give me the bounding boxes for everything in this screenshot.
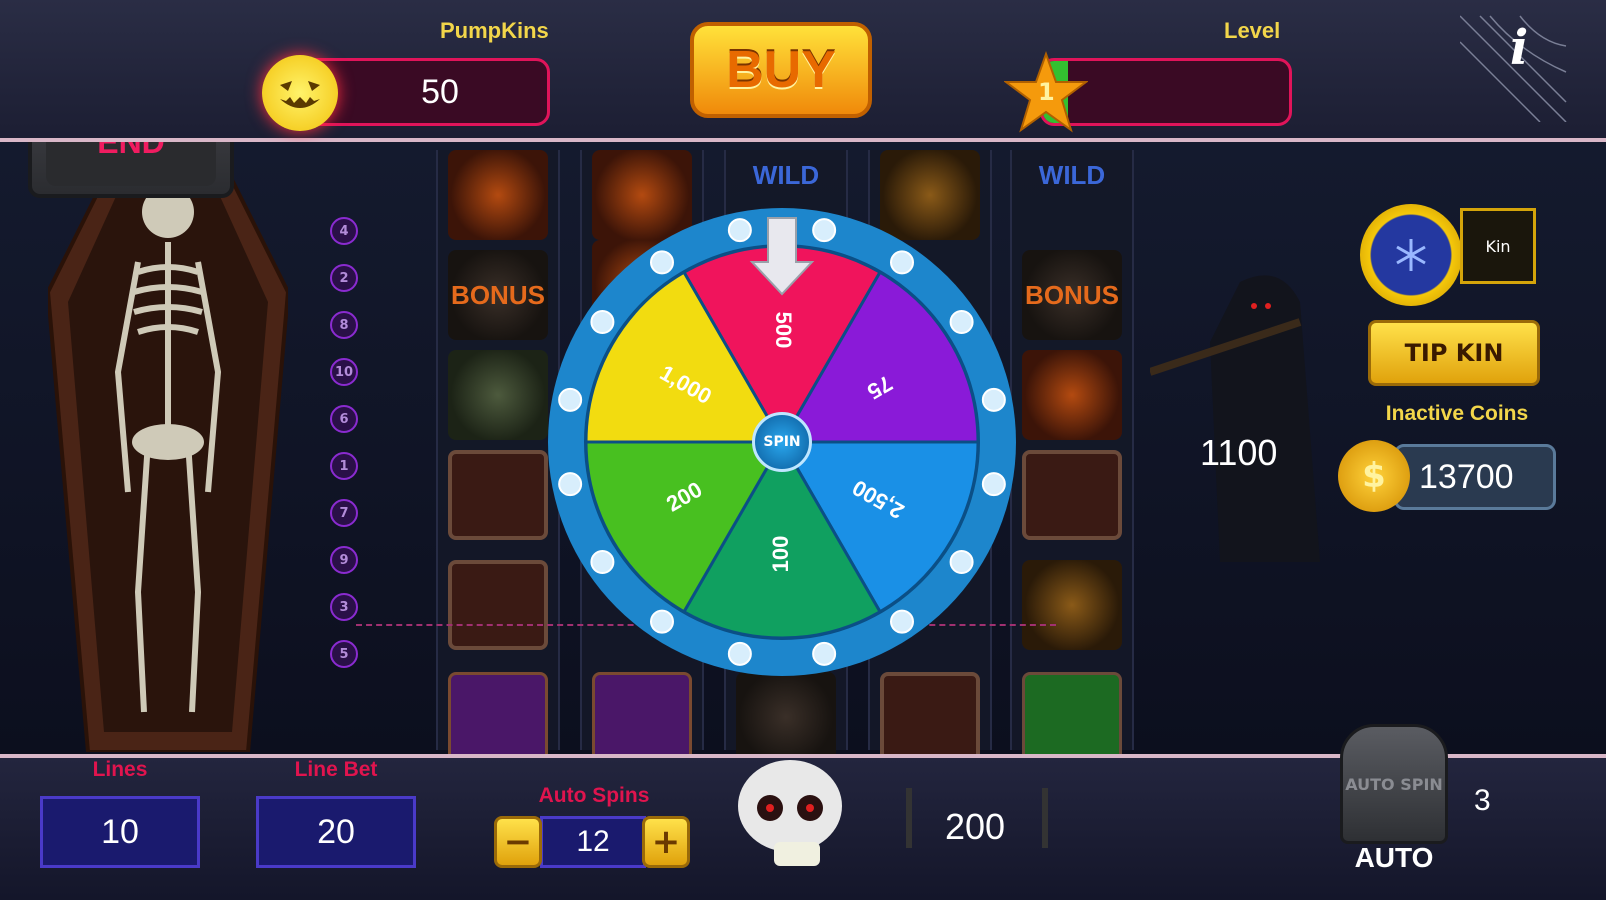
- star-icon: 1: [1003, 50, 1089, 134]
- line-bet-label: Line Bet: [294, 758, 378, 781]
- wheel-stud: [981, 472, 1006, 497]
- spin-button[interactable]: SPIN: [752, 412, 812, 472]
- info-button[interactable]: i: [1510, 20, 1528, 76]
- wheel-stud: [558, 387, 583, 412]
- wild-label: WILD: [1038, 159, 1106, 190]
- line-number: 3: [330, 593, 358, 621]
- slime-symbol: [1022, 672, 1122, 754]
- wheel-stud: [558, 472, 583, 497]
- witch-symbol: [880, 672, 980, 754]
- line-number: 1: [330, 452, 358, 480]
- pumpkins-label: PumpKins: [440, 18, 549, 43]
- bat-frame-symbol: [448, 450, 548, 540]
- auto-spins-minus-button[interactable]: −: [494, 816, 542, 868]
- tomb-symbol: [736, 672, 836, 754]
- reel-5: WILD BONUS: [1010, 150, 1134, 754]
- auto-spins-plus-button[interactable]: +: [642, 816, 690, 868]
- bonus-symbol: BONUS: [448, 250, 548, 340]
- wheel-stud: [981, 387, 1006, 412]
- divider: [906, 788, 912, 848]
- buy-label: BUY: [726, 41, 836, 99]
- kin-badge: Kin: [1460, 208, 1536, 284]
- auto-spins-label: Auto Spins: [538, 784, 650, 807]
- reels-area: END 4 2 8 10 6 1 7 9 3 5 BONUS WILD WILD: [0, 142, 1606, 754]
- prize-wheel[interactable]: 500 75 2,500 100 200 1,000 SPIN: [546, 206, 1018, 678]
- wild-symbol: WILD: [1022, 142, 1122, 220]
- witch-hat-symbol: [1022, 560, 1122, 650]
- wheel-stud: [727, 641, 752, 666]
- skull-icon: [734, 758, 850, 874]
- pumpkin-symbol: [1022, 350, 1122, 440]
- reel-1: BONUS: [436, 150, 560, 754]
- web-symbol: [448, 672, 548, 754]
- moon-frame-symbol: [448, 560, 548, 650]
- tip-kin-button[interactable]: TIP KIN: [1368, 320, 1540, 386]
- line-number: 2: [330, 264, 358, 292]
- bonus-symbol: BONUS: [1022, 250, 1122, 340]
- end-label: END: [97, 142, 165, 161]
- wheel-stud: [949, 309, 974, 334]
- pumpkin-symbol: [448, 150, 548, 240]
- divider: [1042, 788, 1048, 848]
- line-number: 4: [330, 217, 358, 245]
- wheel-stud: [649, 250, 674, 275]
- wheel-segment-label: 500: [771, 312, 796, 349]
- wild-label: WILD: [752, 159, 820, 190]
- auto-spin-tombstone[interactable]: AUTO SPIN: [1340, 724, 1448, 844]
- lines-label: Lines: [92, 758, 148, 781]
- lines-value[interactable]: 10: [40, 796, 200, 868]
- bat-frame-symbol: [1022, 450, 1122, 540]
- level-label: Level: [1224, 18, 1281, 43]
- level-value: 1: [1038, 78, 1055, 106]
- line-number: 10: [330, 358, 358, 386]
- kin-coin-icon: [1360, 204, 1462, 306]
- top-bar: PumpKins 50 BUY Level 1 i: [0, 0, 1606, 142]
- line-number: 5: [330, 640, 358, 668]
- buy-button[interactable]: BUY: [690, 22, 872, 118]
- wheel-segment-label: 100: [768, 536, 793, 573]
- wheel-stud: [812, 218, 837, 243]
- line-number: 7: [330, 499, 358, 527]
- line-number: 9: [330, 546, 358, 574]
- web-symbol: [592, 672, 692, 754]
- auto-count: 3: [1474, 784, 1491, 817]
- total-bet-value: 200: [944, 806, 1006, 847]
- wheel-stud: [890, 609, 915, 634]
- pumpkins-value: 50: [421, 72, 459, 111]
- coin-icon: $: [1338, 440, 1410, 512]
- auto-spins-value: 12: [540, 816, 646, 868]
- inactive-coins-value: 13700: [1394, 444, 1556, 510]
- zombie-hand-symbol: [448, 350, 548, 440]
- coffin-skeleton: [45, 170, 291, 754]
- bonus-label: BONUS: [1025, 279, 1119, 310]
- auto-label[interactable]: AUTO: [1340, 842, 1448, 874]
- wheel-stud: [727, 218, 752, 243]
- floating-win-value: 1100: [1200, 432, 1278, 473]
- wheel-stud: [649, 609, 674, 634]
- pumpkin-icon: [262, 55, 338, 131]
- wheel-stud: [949, 550, 974, 575]
- wheel-stud: [590, 309, 615, 334]
- inactive-coins-label: Inactive Coins: [1385, 402, 1529, 425]
- bonus-label: BONUS: [451, 279, 545, 310]
- end-button[interactable]: END: [28, 142, 234, 198]
- wheel-stud: [890, 250, 915, 275]
- line-number: 6: [330, 405, 358, 433]
- line-number: 8: [330, 311, 358, 339]
- bottom-bar: Lines 10 Line Bet 20 Auto Spins 12 − + 2…: [0, 724, 1606, 900]
- wheel-stud: [812, 641, 837, 666]
- line-bet-value[interactable]: 20: [256, 796, 416, 868]
- wheel-stud: [590, 550, 615, 575]
